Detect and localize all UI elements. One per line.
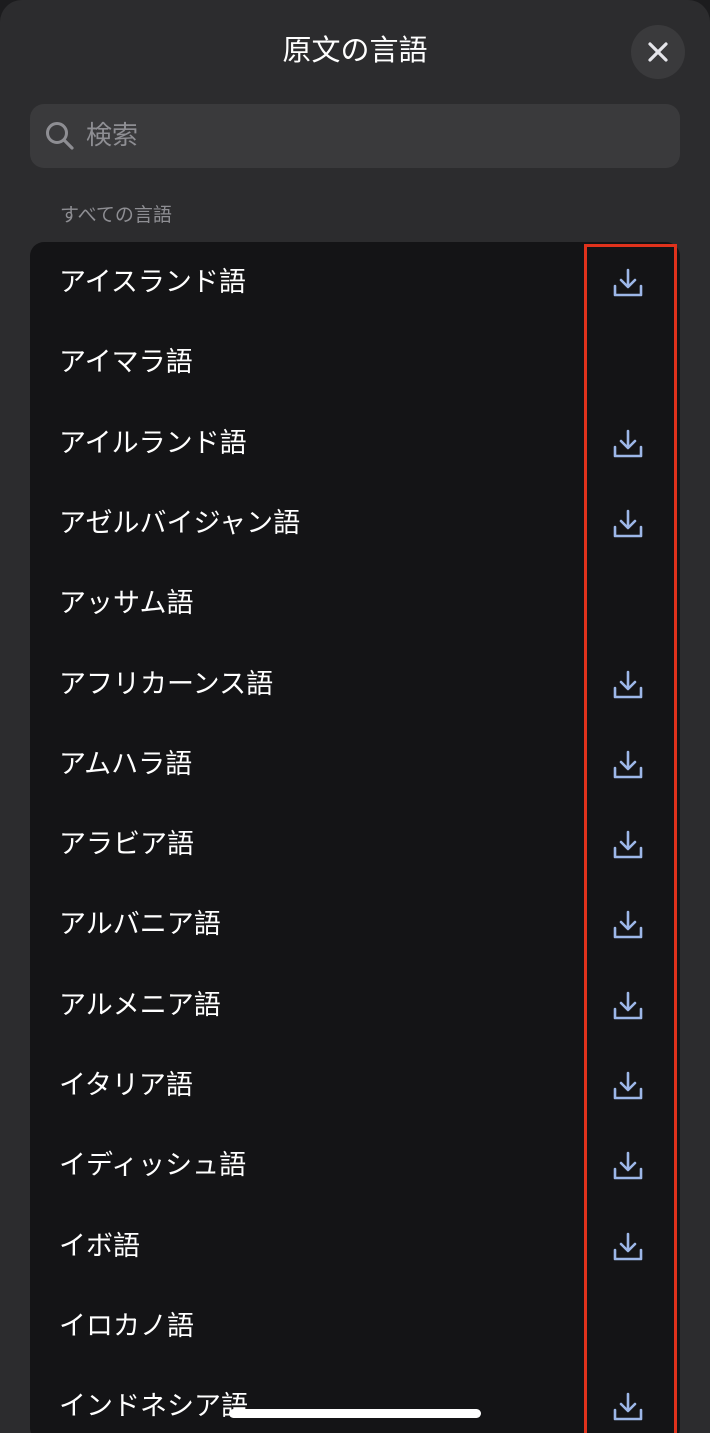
language-row[interactable]: アラビア語 [30,805,680,885]
language-row[interactable]: イタリア語 [30,1046,680,1126]
download-icon[interactable] [610,1148,646,1184]
language-row[interactable]: アルメニア語 [30,966,680,1046]
language-row[interactable]: インドネシア語 [30,1367,680,1433]
download-icon[interactable] [610,747,646,783]
language-label: アムハラ語 [59,748,193,780]
language-label: イタリア語 [59,1070,193,1101]
language-label: アッサム語 [59,588,194,620]
language-label: イロカノ語 [59,1310,194,1342]
download-icon[interactable] [610,667,646,703]
download-icon[interactable] [610,907,646,943]
language-label: アゼルバイジャン語 [59,507,301,539]
language-label: アイスランド語 [59,267,246,298]
language-label: アルメニア語 [59,989,221,1021]
download-icon[interactable] [610,1068,646,1104]
search-input[interactable] [86,114,680,158]
language-row[interactable]: アゼルバイジャン語 [30,484,680,564]
language-label: アイマラ語 [59,347,193,379]
language-label: インドネシア語 [59,1391,248,1423]
language-row[interactable]: アムハラ語 [30,725,680,805]
page-title: 原文の言語 [282,33,428,67]
language-label: アフリカーンス語 [59,668,274,700]
language-list: アイスランド語 アイマラ語アイルランド語アゼルバイジャン語 アッサム語アフリカーンス… [30,242,680,1433]
section-label-all-languages: すべての言語 [60,204,172,226]
language-label: イディッシュ語 [59,1150,247,1182]
language-label: アルバニア語 [59,909,221,941]
close-icon [648,42,668,62]
language-row[interactable]: アイルランド語 [30,404,680,484]
download-icon[interactable] [610,827,646,863]
language-row[interactable]: イロカノ語 [30,1287,680,1367]
language-row[interactable]: アルバニア語 [30,885,680,965]
language-picker-sheet: 原文の言語 すべての言語 アイスランド語アイマラ語アイルランド語アゼルバイジャン… [0,0,710,1433]
search-icon [44,120,76,152]
language-row[interactable]: アイスランド語 [30,243,680,323]
download-icon[interactable] [610,426,646,462]
home-indicator [229,1409,481,1418]
language-label: アイルランド語 [59,427,247,459]
language-label: イボ語 [59,1230,140,1262]
download-icon[interactable] [610,506,646,542]
language-row[interactable]: イボ語 [30,1207,680,1287]
download-icon[interactable] [610,1229,646,1265]
language-row[interactable]: アフリカーンス語 [30,645,680,725]
download-icon[interactable] [610,265,646,301]
search-bar[interactable] [30,104,680,168]
language-row[interactable]: アッサム語 [30,564,680,644]
sheet-header: 原文の言語 [0,0,710,100]
close-button[interactable] [631,25,685,79]
language-row[interactable]: アイマラ語 [30,323,680,403]
language-row[interactable]: イディッシュ語 [30,1126,680,1206]
download-icon[interactable] [610,1389,646,1425]
language-label: アラビア語 [59,829,194,861]
download-icon[interactable] [610,988,646,1024]
